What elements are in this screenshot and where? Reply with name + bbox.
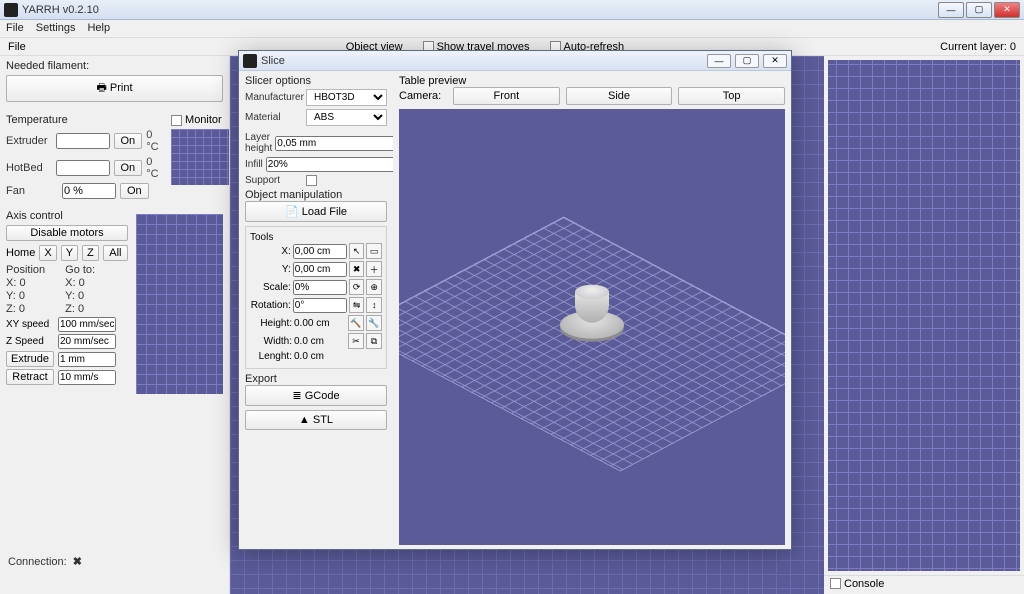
layer-preview[interactable] (828, 60, 1020, 571)
menu-file[interactable]: File (6, 22, 24, 35)
dialog-title: Slice (261, 55, 707, 67)
center-icon[interactable]: ⊕ (366, 279, 382, 295)
axis-control-label: Axis control (6, 210, 128, 222)
current-layer-label: Current layer: 0 (940, 41, 1016, 53)
load-file-button[interactable]: 📄 Load File (245, 201, 387, 222)
x-input[interactable] (293, 244, 347, 259)
camera-label: Camera: (399, 90, 447, 102)
table-preview-3d[interactable] (399, 109, 785, 545)
y-input[interactable] (293, 262, 347, 277)
export-gcode-button[interactable]: ≣ GCode (245, 385, 387, 406)
menu-settings[interactable]: Settings (36, 22, 76, 35)
window-titlebar: YARRH v0.2.10 — ▢ ✕ (0, 0, 1024, 20)
hotbed-temp-input[interactable] (56, 160, 110, 176)
camera-front-button[interactable]: Front (453, 87, 560, 105)
disable-motors-button[interactable]: Disable motors (6, 225, 128, 241)
add-icon[interactable]: ＋ (366, 261, 382, 277)
axis-grid-preview (136, 214, 223, 394)
material-select[interactable]: ABS (306, 109, 387, 126)
wrench-icon[interactable]: 🔧 (366, 315, 382, 331)
monitor-checkbox[interactable]: Monitor (171, 114, 222, 126)
dialog-maximize-button[interactable]: ▢ (735, 54, 759, 68)
rotation-input[interactable] (293, 298, 347, 313)
goto-column: Go to: X: 0Y: 0Z: 0 (65, 264, 95, 315)
app-icon (4, 3, 18, 17)
copy-icon[interactable]: ⧉ (366, 333, 382, 349)
dialog-minimize-button[interactable]: — (707, 54, 731, 68)
menu-help[interactable]: Help (87, 22, 110, 35)
home-all-button[interactable]: All (103, 245, 128, 261)
cut-icon[interactable]: ✂ (348, 333, 364, 349)
menubar: File Settings Help (0, 20, 1024, 38)
align-icon[interactable]: ↕ (366, 297, 382, 313)
home-y-button[interactable]: Y (61, 245, 78, 261)
model-object[interactable] (560, 311, 624, 339)
home-x-button[interactable]: X (39, 245, 56, 261)
delete-icon[interactable]: ✖ (349, 261, 365, 277)
home-z-button[interactable]: Z (82, 245, 99, 261)
select-icon[interactable]: ▭ (366, 243, 382, 259)
manufacturer-select[interactable]: HBOT3D (306, 89, 387, 106)
support-checkbox[interactable] (306, 175, 317, 186)
temperature-monitor-graph (171, 129, 230, 185)
scale-input[interactable] (293, 280, 347, 295)
extruder-on-button[interactable]: On (114, 133, 143, 149)
file-section-label: File (8, 41, 26, 53)
connection-status: Connection:✖ (8, 555, 82, 568)
camera-top-button[interactable]: Top (678, 87, 785, 105)
needed-filament-label: Needed filament: (6, 60, 223, 72)
slice-dialog: Slice — ▢ ✕ Slicer options ManufacturerH… (238, 50, 792, 550)
xy-speed-input[interactable] (58, 317, 116, 332)
close-button[interactable]: ✕ (994, 2, 1020, 18)
retract-button[interactable]: Retract (6, 369, 54, 385)
object-manipulation-label: Object manipulation (245, 189, 342, 201)
retract-input[interactable] (58, 370, 116, 385)
window-title: YARRH v0.2.10 (22, 4, 938, 16)
extrude-button[interactable]: Extrude (6, 351, 54, 367)
layer-height-input[interactable] (275, 136, 393, 151)
table-preview-label: Table preview (399, 75, 785, 87)
extruder-temp-input[interactable] (56, 133, 110, 149)
console-checkbox[interactable]: Console (830, 578, 884, 590)
camera-side-button[interactable]: Side (566, 87, 673, 105)
export-stl-button[interactable]: ▲ STL (245, 410, 387, 430)
disconnected-icon: ✖ (73, 555, 82, 568)
mirror-icon[interactable]: ⇋ (349, 297, 365, 313)
dialog-icon (243, 54, 257, 68)
slicer-options-label: Slicer options (245, 75, 387, 87)
z-speed-input[interactable] (58, 334, 116, 349)
fan-input[interactable] (62, 183, 116, 199)
tools-label: Tools (250, 232, 273, 243)
infill-input[interactable] (266, 157, 393, 172)
export-label: Export (245, 373, 277, 385)
pointer-icon[interactable]: ↖ (349, 243, 365, 259)
dialog-close-button[interactable]: ✕ (763, 54, 787, 68)
rotate-icon[interactable]: ⟳ (349, 279, 365, 295)
print-button[interactable]: 🖶 Print (6, 75, 223, 102)
hammer-icon[interactable]: 🔨 (348, 315, 364, 331)
fan-on-button[interactable]: On (120, 183, 149, 199)
maximize-button[interactable]: ▢ (966, 2, 992, 18)
hotbed-on-button[interactable]: On (114, 160, 143, 176)
minimize-button[interactable]: — (938, 2, 964, 18)
extrude-input[interactable] (58, 352, 116, 367)
position-column: Position X: 0Y: 0Z: 0 (6, 264, 45, 315)
temperature-label: Temperature (6, 114, 165, 126)
